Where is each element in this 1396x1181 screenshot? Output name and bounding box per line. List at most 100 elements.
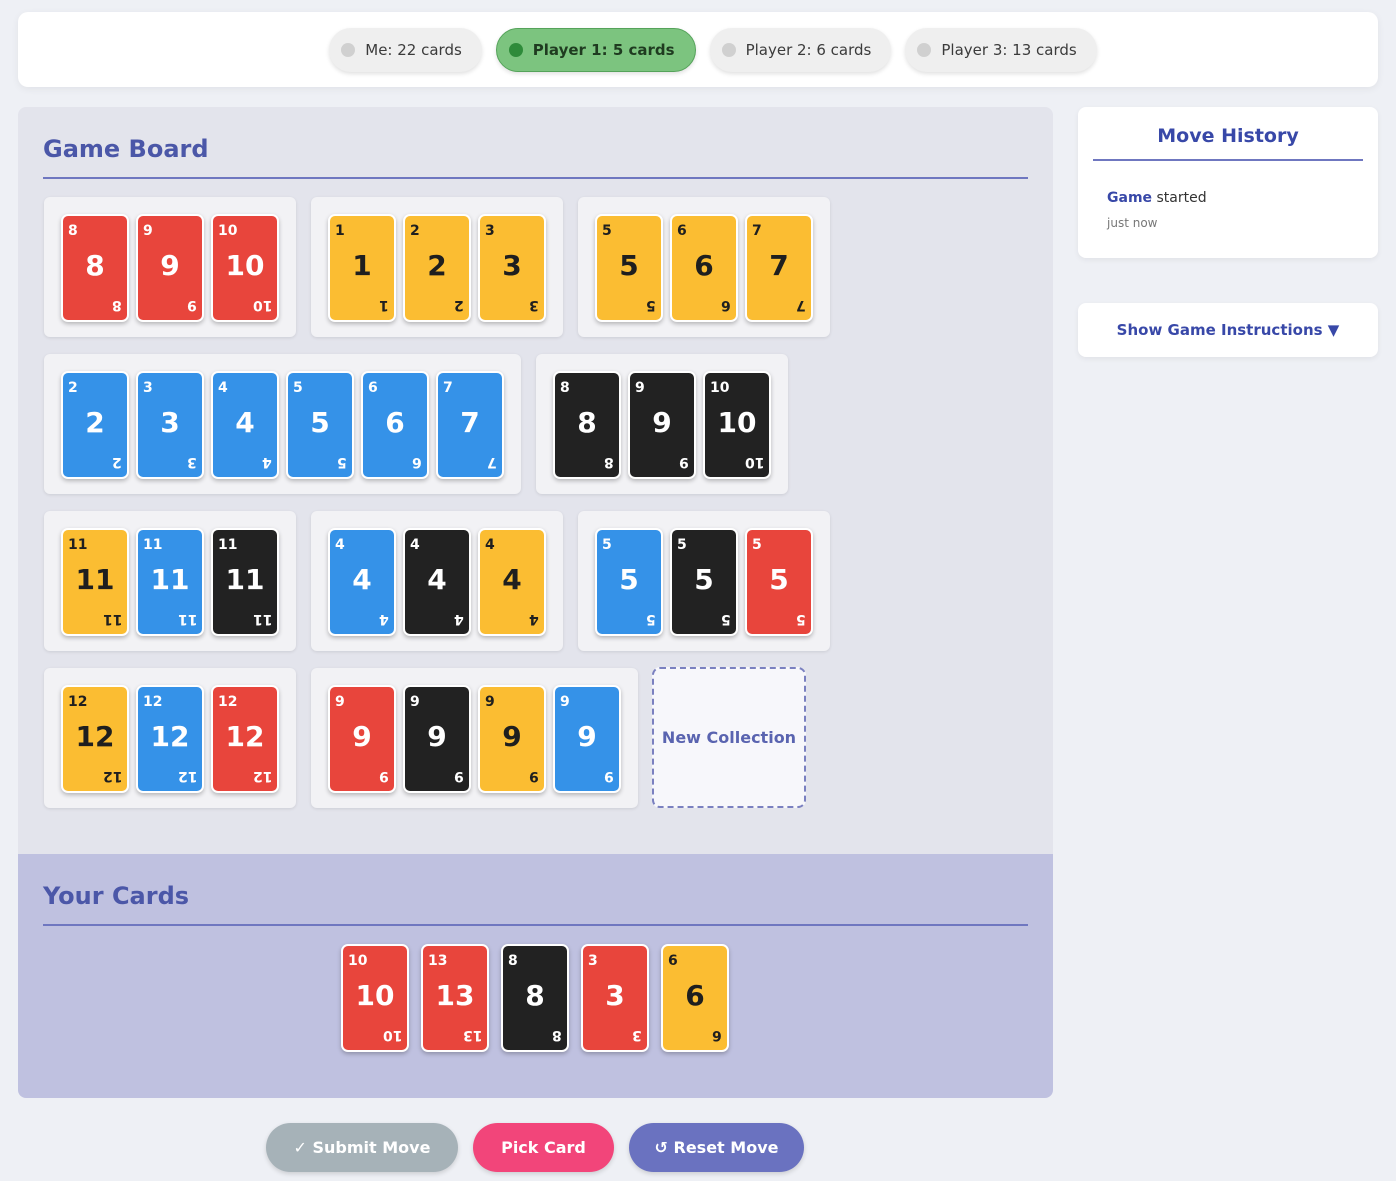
card-corner-value: 6	[721, 297, 731, 313]
card-black-9[interactable]: 999	[403, 685, 471, 793]
card-yellow-7[interactable]: 777	[745, 214, 813, 322]
card-corner-value: 12	[252, 768, 272, 784]
card-red-8[interactable]: 888	[61, 214, 129, 322]
card-red-12[interactable]: 12 12 12	[211, 685, 279, 793]
card-blue-12[interactable]: 12 12 12	[136, 685, 204, 793]
card-corner-value: 3	[588, 953, 598, 969]
card-red-9[interactable]: 999	[136, 214, 204, 322]
player-pill-player-2: Player 2: 6 cards	[709, 27, 892, 72]
card-black-9[interactable]: 999	[628, 371, 696, 479]
card-yellow-11[interactable]: 11 11 11	[61, 528, 129, 636]
card-corner-value: 9	[560, 694, 570, 710]
player-pill-player-3: Player 3: 13 cards	[905, 27, 1097, 72]
card-corner-value: 1	[379, 297, 389, 313]
card-corner-value: 2	[112, 454, 122, 470]
new-collection-dropzone[interactable]: New Collection	[652, 667, 806, 808]
card-black-8[interactable]: 888	[553, 371, 621, 479]
card-value: 9	[502, 720, 522, 753]
card-blue-9[interactable]: 999	[553, 685, 621, 793]
card-corner-value: 11	[177, 611, 197, 627]
card-yellow-1[interactable]: 111	[328, 214, 396, 322]
card-corner-value: 5	[646, 611, 656, 627]
card-collection[interactable]: 555666777	[578, 197, 830, 337]
card-black-10[interactable]: 10 10 10	[703, 371, 771, 479]
player-label: Player 2: 6 cards	[745, 40, 872, 59]
status-dot-icon	[508, 42, 523, 57]
card-corner-value: 7	[796, 297, 806, 313]
reset-move-button[interactable]: ↺ Reset Move	[629, 1123, 804, 1172]
card-value: 5	[619, 563, 639, 596]
card-collection[interactable]: 12 12 12 12 12 12 12 12 12	[44, 668, 296, 808]
card-value: 11	[150, 563, 190, 596]
card-red-13[interactable]: 13 13 13	[421, 944, 489, 1052]
card-corner-value: 12	[177, 768, 197, 784]
card-corner-value: 5	[677, 537, 687, 553]
card-collection[interactable]: 999999999999	[311, 668, 638, 808]
card-corner-value: 8	[508, 953, 518, 969]
card-collection[interactable]: 11 11 11 11 11 11 11 11 11	[44, 511, 296, 651]
card-yellow-6[interactable]: 666	[670, 214, 738, 322]
card-corner-value: 5	[602, 537, 612, 553]
card-corner-value: 9	[529, 768, 539, 784]
card-red-5[interactable]: 555	[745, 528, 813, 636]
card-yellow-2[interactable]: 222	[403, 214, 471, 322]
card-blue-4[interactable]: 444	[211, 371, 279, 479]
card-yellow-6[interactable]: 666	[661, 944, 729, 1052]
card-corner-value: 3	[529, 297, 539, 313]
card-value: 12	[150, 720, 190, 753]
card-value: 10	[717, 406, 757, 439]
card-collection[interactable]: 8 8 8 9 9 9 10 10 10	[536, 354, 788, 494]
player-status-bar: Me: 22 cards Player 1: 5 cards Player 2:…	[18, 12, 1378, 87]
card-corner-value: 13	[462, 1027, 482, 1043]
card-corner-value: 8	[68, 223, 78, 239]
card-corner-value: 5	[602, 223, 612, 239]
card-red-3[interactable]: 333	[581, 944, 649, 1052]
pick-card-button[interactable]: Pick Card	[473, 1123, 614, 1172]
card-blue-7[interactable]: 777	[436, 371, 504, 479]
card-blue-4[interactable]: 444	[328, 528, 396, 636]
card-blue-2[interactable]: 222	[61, 371, 129, 479]
card-corner-value: 5	[337, 454, 347, 470]
card-value: 3	[605, 979, 625, 1012]
card-corner-value: 8	[560, 380, 570, 396]
card-corner-value: 5	[796, 611, 806, 627]
card-value: 2	[427, 249, 447, 282]
show-instructions-toggle[interactable]: Show Game Instructions ▼	[1078, 303, 1378, 357]
card-corner-value: 10	[710, 380, 730, 396]
card-black-4[interactable]: 444	[403, 528, 471, 636]
card-black-11[interactable]: 11 11 11	[211, 528, 279, 636]
card-blue-3[interactable]: 333	[136, 371, 204, 479]
submit-move-button[interactable]: ✓ Submit Move	[266, 1123, 458, 1172]
card-collection[interactable]: 111222333	[311, 197, 563, 337]
history-entry: Game started	[1107, 190, 1207, 206]
card-yellow-5[interactable]: 555	[595, 214, 663, 322]
card-corner-value: 10	[218, 223, 238, 239]
card-corner-value: 11	[102, 611, 122, 627]
card-corner-value: 8	[604, 454, 614, 470]
card-blue-11[interactable]: 11 11 11	[136, 528, 204, 636]
card-black-5[interactable]: 555	[670, 528, 738, 636]
card-collection[interactable]: 222333444555666777	[44, 354, 521, 494]
card-blue-6[interactable]: 666	[361, 371, 429, 479]
move-history-panel: Move History Game started just now	[1078, 107, 1378, 258]
card-black-8[interactable]: 888	[501, 944, 569, 1052]
card-red-10[interactable]: 10 10 10	[211, 214, 279, 322]
card-collection[interactable]: 555555555	[578, 511, 830, 651]
card-value: 3	[160, 406, 180, 439]
card-blue-5[interactable]: 555	[595, 528, 663, 636]
card-collection[interactable]: 8 8 8 9 9 9 10 10 10	[44, 197, 296, 337]
card-corner-value: 4	[410, 537, 420, 553]
card-yellow-4[interactable]: 444	[478, 528, 546, 636]
card-corner-value: 7	[752, 223, 762, 239]
card-corner-value: 9	[410, 694, 420, 710]
card-red-10[interactable]: 10 10 10	[341, 944, 409, 1052]
card-yellow-3[interactable]: 333	[478, 214, 546, 322]
card-yellow-12[interactable]: 12 12 12	[61, 685, 129, 793]
card-yellow-9[interactable]: 999	[478, 685, 546, 793]
card-red-9[interactable]: 999	[328, 685, 396, 793]
card-collection[interactable]: 444444444	[311, 511, 563, 651]
card-blue-5[interactable]: 555	[286, 371, 354, 479]
card-corner-value: 10	[744, 454, 764, 470]
card-value: 5	[769, 563, 789, 596]
card-corner-value: 9	[335, 694, 345, 710]
